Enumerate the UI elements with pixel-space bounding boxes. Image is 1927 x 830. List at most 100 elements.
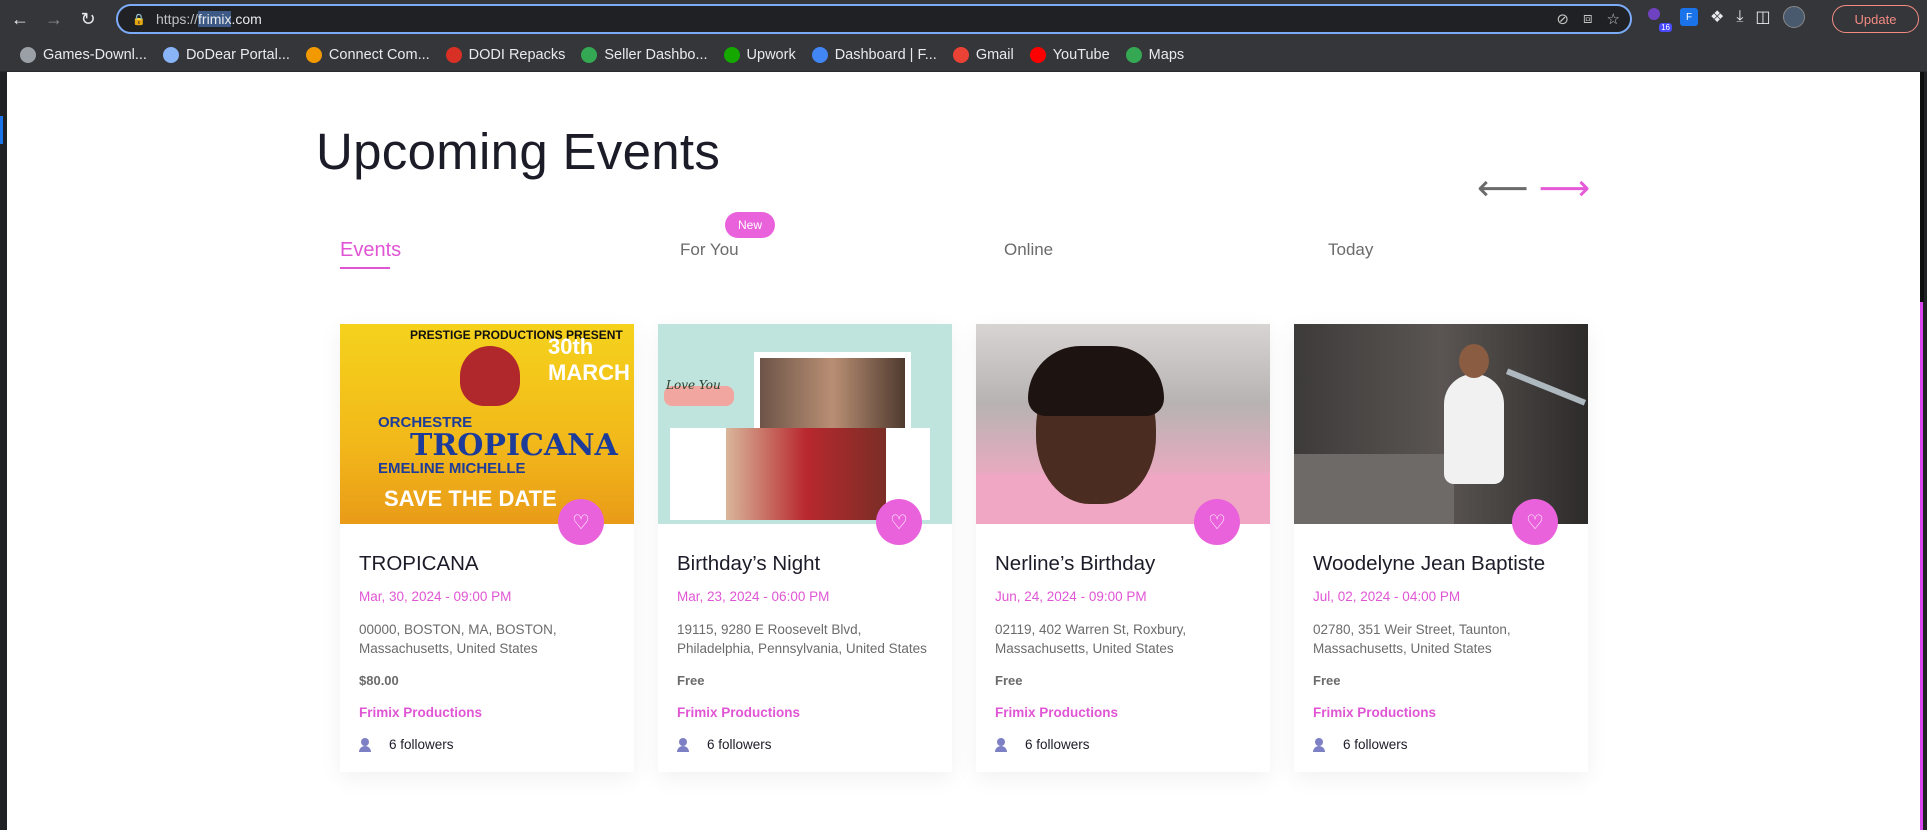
event-date: Jun, 24, 2024 - 09:00 PM bbox=[995, 589, 1147, 604]
page-viewport: Upcoming Events ⟵ ⟶ Events For You New O… bbox=[7, 72, 1920, 830]
event-image[interactable] bbox=[1294, 324, 1588, 524]
bookmark-label: Games-Downl... bbox=[43, 46, 147, 63]
event-date: Jul, 02, 2024 - 04:00 PM bbox=[1313, 589, 1461, 604]
event-image[interactable]: Love You bbox=[658, 324, 952, 524]
back-arrow-icon[interactable]: ← bbox=[6, 5, 34, 33]
puzzle-icon[interactable]: ❖ bbox=[1710, 7, 1724, 27]
event-card[interactable]: ♡ Woodelyne Jean Baptiste Jul, 02, 2024 … bbox=[1294, 324, 1588, 772]
event-address: 02780, 351 Weir Street, Taunton, Massach… bbox=[1313, 622, 1511, 656]
bookmark-label: Maps bbox=[1148, 46, 1185, 63]
bookmark-item[interactable]: YouTube bbox=[1029, 46, 1110, 63]
event-organizer[interactable]: Frimix Productions bbox=[1313, 705, 1569, 720]
profile-avatar[interactable] bbox=[1782, 6, 1805, 28]
share-icon[interactable]: ⧈ bbox=[1583, 10, 1593, 28]
event-date: Mar, 30, 2024 - 09:00 PM bbox=[359, 589, 512, 604]
forward-arrow-icon[interactable]: → bbox=[40, 5, 68, 33]
bookmark-label: Gmail bbox=[975, 46, 1014, 63]
followers-row: 6 followers bbox=[359, 737, 615, 752]
event-date: Mar, 23, 2024 - 06:00 PM bbox=[677, 589, 830, 604]
bookmark-item[interactable]: Gmail bbox=[952, 46, 1014, 63]
event-address: 00000, BOSTON, MA, BOSTON, Massachusetts… bbox=[359, 622, 557, 656]
event-name[interactable]: TROPICANA bbox=[359, 552, 615, 576]
event-address: 19115, 9280 E Roosevelt Blvd, Philadelph… bbox=[677, 622, 927, 656]
followers-row: 6 followers bbox=[1313, 737, 1569, 752]
download-icon[interactable]: ⤓ bbox=[1736, 8, 1743, 26]
tab-events[interactable]: Events bbox=[340, 239, 401, 262]
bookmark-favicon-icon bbox=[162, 46, 179, 63]
browser-toolbar: ← → ↻ 🔒 https://frimix.com ⊘ ⧈ ☆ 16 F ❖ … bbox=[0, 0, 1927, 38]
bookmark-favicon-icon bbox=[723, 46, 740, 63]
followers-count: 6 followers bbox=[707, 737, 772, 752]
person-icon bbox=[677, 737, 689, 752]
tab-online[interactable]: Online bbox=[1004, 240, 1053, 260]
reload-icon[interactable]: ↻ bbox=[74, 5, 102, 33]
event-card[interactable]: ♡ Nerline’s Birthday Jun, 24, 2024 - 09:… bbox=[976, 324, 1270, 772]
scrollbar[interactable] bbox=[1920, 72, 1927, 830]
heart-icon[interactable]: ♡ bbox=[876, 499, 922, 545]
event-card[interactable]: Love You ♡ Birthday’s Night Mar, 23, 202… bbox=[658, 324, 952, 772]
bookmark-label: DODI Repacks bbox=[468, 46, 566, 63]
left-edge bbox=[0, 72, 7, 830]
event-name[interactable]: Nerline’s Birthday bbox=[995, 552, 1251, 576]
bookmark-item[interactable]: Seller Dashbo... bbox=[581, 46, 708, 63]
event-organizer[interactable]: Frimix Productions bbox=[359, 705, 615, 720]
bookmark-item[interactable]: DoDear Portal... bbox=[162, 46, 290, 63]
event-name[interactable]: Birthday’s Night bbox=[677, 552, 933, 576]
bookmark-item[interactable]: Games-Downl... bbox=[20, 46, 147, 63]
bookmark-item[interactable]: DODI Repacks bbox=[445, 46, 566, 63]
person-icon bbox=[995, 737, 1007, 752]
followers-count: 6 followers bbox=[1343, 737, 1408, 752]
bookmark-favicon-icon bbox=[811, 46, 828, 63]
extension-count-badge: 16 bbox=[1659, 23, 1672, 32]
event-image[interactable]: PRESTIGE PRODUCTIONS PRESENT 30th MARCH … bbox=[340, 324, 634, 524]
bookmark-label: Seller Dashbo... bbox=[604, 46, 708, 63]
arrow-right-icon[interactable]: ⟶ bbox=[1539, 170, 1591, 206]
person-icon bbox=[1313, 737, 1325, 752]
followers-count: 6 followers bbox=[389, 737, 454, 752]
event-card[interactable]: PRESTIGE PRODUCTIONS PRESENT 30th MARCH … bbox=[340, 324, 634, 772]
followers-count: 6 followers bbox=[1025, 737, 1090, 752]
bookmark-label: Connect Com... bbox=[328, 46, 430, 63]
eye-off-icon[interactable]: ⊘ bbox=[1556, 10, 1569, 28]
tab-today[interactable]: Today bbox=[1328, 240, 1373, 260]
new-badge: New bbox=[725, 212, 775, 238]
bookmark-favicon-icon bbox=[1029, 46, 1046, 63]
bookmark-favicon-icon bbox=[952, 46, 969, 63]
event-organizer[interactable]: Frimix Productions bbox=[995, 705, 1251, 720]
event-price: $80.00 bbox=[359, 673, 399, 688]
event-name[interactable]: Woodelyne Jean Baptiste bbox=[1313, 552, 1569, 576]
followers-row: 6 followers bbox=[995, 737, 1251, 752]
event-organizer[interactable]: Frimix Productions bbox=[677, 705, 933, 720]
event-price: Free bbox=[677, 673, 705, 688]
bookmark-favicon-icon bbox=[305, 46, 322, 63]
bookmark-item[interactable]: Upwork bbox=[723, 46, 796, 63]
carousel-arrows: ⟵ ⟶ bbox=[1477, 170, 1590, 206]
heart-icon[interactable]: ♡ bbox=[558, 499, 604, 545]
event-price: Free bbox=[1313, 673, 1341, 688]
heart-icon[interactable]: ♡ bbox=[1512, 499, 1558, 545]
event-price: Free bbox=[995, 673, 1023, 688]
bookmark-label: Dashboard | F... bbox=[834, 46, 937, 63]
tab-events-underline bbox=[340, 267, 390, 269]
bookmark-item[interactable]: Connect Com... bbox=[305, 46, 430, 63]
event-image[interactable] bbox=[976, 324, 1270, 524]
address-bar[interactable]: 🔒 https://frimix.com ⊘ ⧈ ☆ bbox=[116, 4, 1632, 34]
page-title: Upcoming Events bbox=[316, 123, 721, 180]
arrow-left-icon[interactable]: ⟵ bbox=[1477, 170, 1529, 206]
lock-icon: 🔒 bbox=[132, 14, 146, 26]
extension-f-icon[interactable]: F bbox=[1680, 8, 1698, 26]
bookmark-favicon-icon bbox=[581, 46, 598, 63]
person-icon bbox=[359, 737, 371, 752]
heart-icon[interactable]: ♡ bbox=[1194, 499, 1240, 545]
extension-icon[interactable]: 16 bbox=[1646, 6, 1672, 32]
bookmark-favicon-icon bbox=[1125, 46, 1142, 63]
star-icon[interactable]: ☆ bbox=[1607, 10, 1620, 28]
bookmark-item[interactable]: Maps bbox=[1125, 46, 1185, 63]
tab-for-you[interactable]: For You bbox=[680, 240, 739, 260]
bookmark-item[interactable]: Dashboard | F... bbox=[811, 46, 937, 63]
event-address: 02119, 402 Warren St, Roxbury, Massachus… bbox=[995, 622, 1187, 656]
bookmark-label: YouTube bbox=[1052, 46, 1110, 63]
side-panel-icon[interactable]: ◫ bbox=[1755, 7, 1770, 27]
scrollbar-thumb[interactable] bbox=[1920, 72, 1924, 302]
update-button[interactable]: Update bbox=[1832, 5, 1919, 33]
